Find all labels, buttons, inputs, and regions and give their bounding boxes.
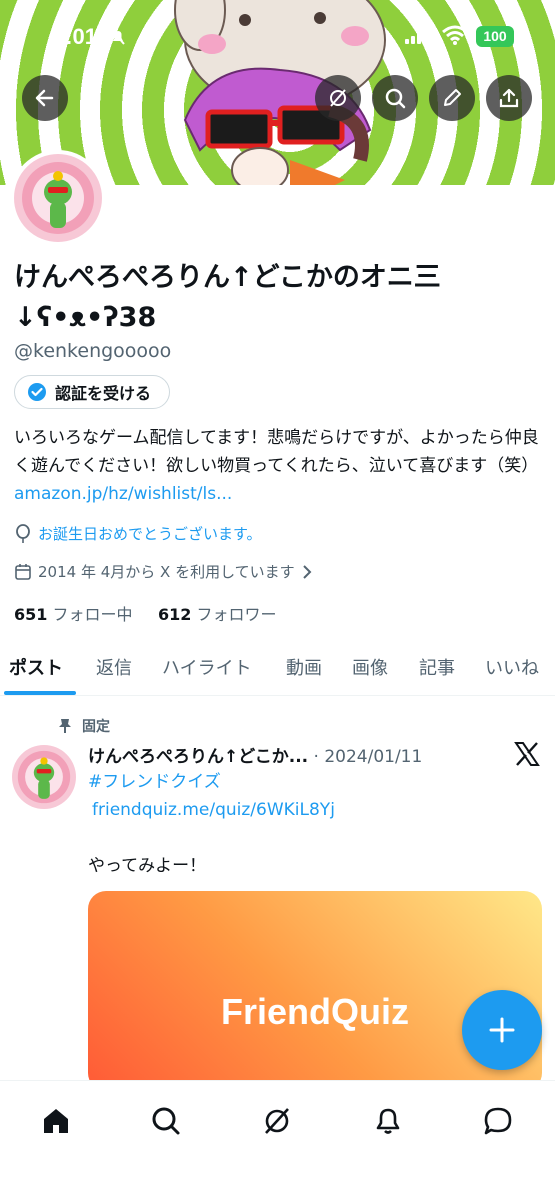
- arrow-left-icon: [35, 89, 54, 107]
- followers-link[interactable]: 612 フォロワー: [158, 605, 277, 624]
- profile-name-line1: けんぺろぺろりん↑どこかのオニ三: [14, 262, 441, 293]
- post-author-name[interactable]: けんぺろぺろりん↑どこか...: [88, 747, 308, 767]
- bell-icon: [376, 1108, 400, 1134]
- pencil-icon: [444, 89, 461, 106]
- tab-articles[interactable]: 記事: [419, 654, 455, 680]
- following-link[interactable]: 651 フォロー中: [14, 605, 133, 624]
- nav-notifications[interactable]: [368, 1101, 408, 1141]
- nav-home[interactable]: [36, 1101, 76, 1141]
- profile-name-line2: ↓ʕ•ᴥ•ʔ38: [14, 302, 157, 333]
- post-hashtag[interactable]: #フレンドクイズ: [88, 768, 528, 796]
- signal-icon: [405, 28, 427, 44]
- grok-button[interactable]: [315, 75, 361, 121]
- nav-grok[interactable]: [257, 1101, 297, 1141]
- x-logo-icon: [514, 742, 540, 766]
- following-count: 651: [14, 605, 48, 624]
- share-icon: [499, 88, 519, 108]
- battery-indicator: 100: [476, 26, 514, 47]
- post-body: #フレンドクイズ friendquiz.me/quiz/6WKiL8Yj やって…: [88, 768, 528, 880]
- post-avatar-image: [12, 745, 76, 809]
- joined-row[interactable]: 2014 年 4月から X を利用しています: [14, 561, 313, 582]
- followers-count: 612: [157, 605, 192, 624]
- profile-handle: @kenkengooooo: [14, 340, 172, 362]
- nav-search[interactable]: [146, 1101, 186, 1141]
- pin-icon: [59, 719, 71, 733]
- calendar-icon: [15, 563, 31, 580]
- profile-bio: いろいろなゲーム配信してます！悲鳴だらけですが、よかったら仲良く遊んでください！…: [14, 424, 544, 508]
- post-header: けんぺろぺろりん↑どこか... · 2024/01/11: [88, 742, 488, 767]
- profile-avatar[interactable]: [10, 150, 106, 246]
- grok-icon: [330, 89, 346, 107]
- edit-button[interactable]: [429, 75, 475, 121]
- bio-text: いろいろなゲーム配信してます！悲鳴だらけですが、よかったら仲良く遊んでください！…: [14, 428, 539, 476]
- verified-badge-icon: [28, 383, 46, 401]
- home-icon: [44, 1109, 68, 1133]
- tab-images[interactable]: 画像: [352, 654, 388, 680]
- bottom-navigation: [0, 1080, 555, 1200]
- profile-name: けんぺろぺろりん↑どこかのオニ三 ↓ʕ•ᴥ•ʔ38: [14, 258, 544, 338]
- bio-link[interactable]: amazon.jp/hz/wishlist/ls...: [14, 484, 232, 504]
- back-button[interactable]: [22, 75, 68, 121]
- birthday-text: お誕生日おめでとうございます。: [38, 525, 262, 543]
- chevron-right-icon: [302, 564, 312, 579]
- tab-videos[interactable]: 動画: [286, 654, 322, 680]
- tab-highlights[interactable]: ハイライト: [162, 654, 252, 680]
- silent-bell-icon: [111, 29, 125, 45]
- avatar-image: [14, 154, 102, 242]
- chat-bubble-icon: [484, 1107, 512, 1135]
- following-label: フォロー中: [52, 605, 133, 624]
- status-time: 0:01: [53, 24, 98, 49]
- get-verified-label: 認証を受ける: [55, 384, 152, 403]
- tab-posts[interactable]: ポスト: [9, 654, 63, 680]
- get-verified-button[interactable]: 認証を受ける: [14, 375, 171, 409]
- post-date[interactable]: · 2024/01/11: [314, 747, 423, 767]
- post-text: やってみよー！: [88, 856, 207, 876]
- birthday-row[interactable]: お誕生日おめでとうございます。: [14, 523, 262, 544]
- profile-tabs: ポスト 返信 ハイライト 動画 画像 記事 いいね: [0, 640, 555, 696]
- pinned-label: 固定: [58, 716, 110, 736]
- status-bar: 0:01 100: [0, 0, 555, 70]
- post-link[interactable]: friendquiz.me/quiz/6WKiL8Yj: [88, 796, 528, 824]
- post-author-avatar[interactable]: [12, 745, 76, 809]
- link-card[interactable]: FriendQuiz: [88, 891, 542, 1091]
- grok-icon: [265, 1108, 289, 1134]
- compose-button[interactable]: [462, 990, 542, 1070]
- search-button[interactable]: [372, 75, 418, 121]
- plus-icon: [489, 1017, 515, 1043]
- tab-likes[interactable]: いいね: [485, 654, 539, 680]
- search-icon: [152, 1107, 180, 1135]
- share-button[interactable]: [486, 75, 532, 121]
- search-icon: [385, 88, 406, 109]
- joined-text: 2014 年 4月から X を利用しています: [38, 563, 295, 581]
- active-tab-indicator: [4, 691, 76, 695]
- followers-label: フォロワー: [196, 605, 277, 624]
- tab-replies[interactable]: 返信: [96, 654, 132, 680]
- balloon-icon: [16, 523, 30, 543]
- nav-messages[interactable]: [478, 1101, 518, 1141]
- wifi-icon: [442, 25, 468, 45]
- follow-stats: 651 フォロー中 612 フォロワー: [14, 601, 276, 625]
- pinned-text: 固定: [82, 719, 110, 735]
